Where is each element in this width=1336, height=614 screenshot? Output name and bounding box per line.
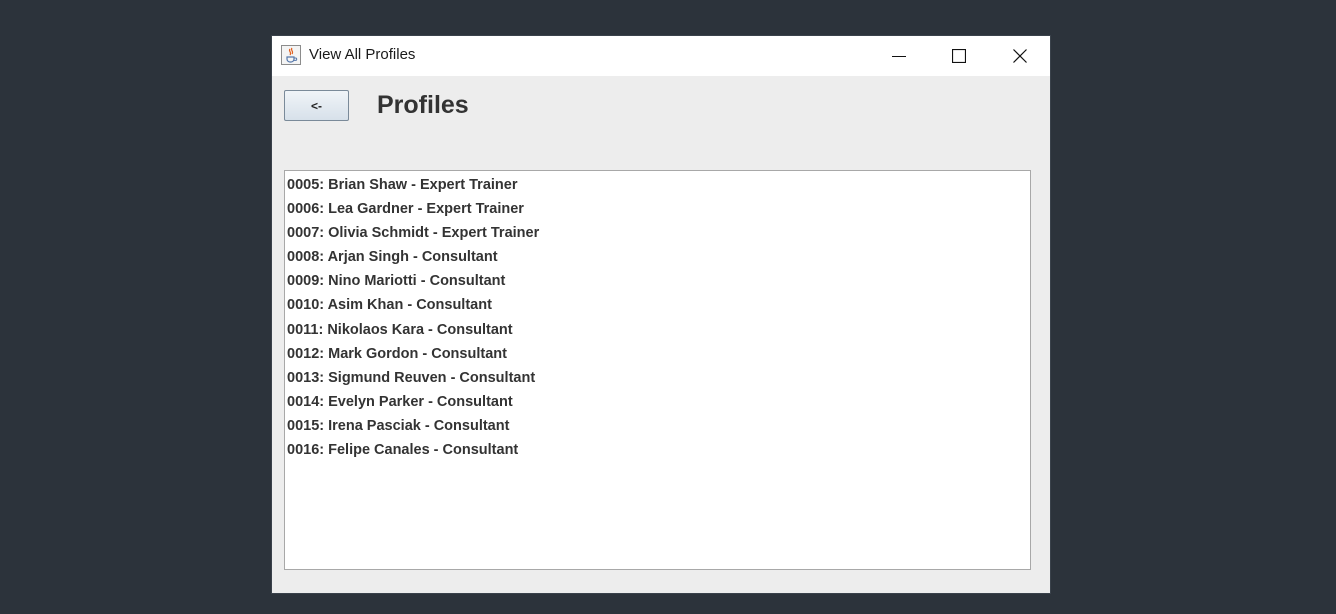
list-item[interactable]: 0015: Irena Pasciak - Consultant [285,414,1030,438]
list-item[interactable]: 0011: Nikolaos Kara - Consultant [285,318,1030,342]
window-title: View All Profiles [309,46,416,63]
java-cup-icon [281,45,301,65]
minimize-button[interactable] [869,36,929,76]
close-button[interactable] [990,36,1050,76]
list-item[interactable]: 0013: Sigmund Reuven - Consultant [285,366,1030,390]
profiles-list[interactable]: 0005: Brian Shaw - Expert Trainer 0006: … [284,170,1031,570]
page-title: Profiles [377,91,469,119]
profiles-window: View All Profiles <- Profiles 0005: Bria… [272,36,1050,593]
list-item[interactable]: 0016: Felipe Canales - Consultant [285,438,1030,462]
maximize-icon [952,49,966,63]
list-item[interactable]: 0007: Olivia Schmidt - Expert Trainer [285,221,1030,245]
close-icon [1013,49,1027,63]
list-item[interactable]: 0014: Evelyn Parker - Consultant [285,390,1030,414]
list-item[interactable]: 0008: Arjan Singh - Consultant [285,245,1030,269]
desktop-background: View All Profiles <- Profiles 0005: Bria… [0,0,1336,614]
list-item[interactable]: 0010: Asim Khan - Consultant [285,293,1030,317]
list-item[interactable]: 0012: Mark Gordon - Consultant [285,342,1030,366]
list-item[interactable]: 0009: Nino Mariotti - Consultant [285,269,1030,293]
list-item[interactable]: 0006: Lea Gardner - Expert Trainer [285,197,1030,221]
maximize-button[interactable] [929,36,989,76]
back-button[interactable]: <- [284,90,349,121]
list-item[interactable]: 0005: Brian Shaw - Expert Trainer [285,173,1030,197]
minimize-icon [892,56,906,57]
title-bar[interactable]: View All Profiles [272,36,1050,76]
